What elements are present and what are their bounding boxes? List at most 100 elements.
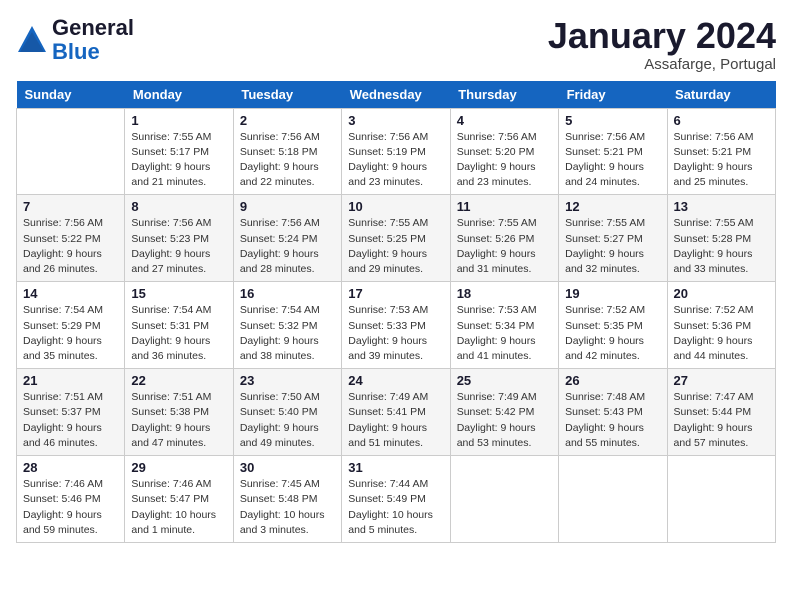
day-info: Sunrise: 7:54 AM Sunset: 5:29 PM Dayligh… bbox=[23, 303, 118, 364]
calendar-week-row: 1 Sunrise: 7:55 AM Sunset: 5:17 PM Daylig… bbox=[17, 108, 776, 195]
day-number: 16 bbox=[240, 286, 335, 301]
weekday-header: Thursday bbox=[450, 81, 558, 109]
calendar-cell: 3 Sunrise: 7:56 AM Sunset: 5:19 PM Daylig… bbox=[342, 108, 450, 195]
day-number: 21 bbox=[23, 373, 118, 388]
calendar-cell: 14Sunrise: 7:54 AM Sunset: 5:29 PM Dayli… bbox=[17, 282, 125, 369]
calendar-cell: 10 Sunrise: 7:55 AM Sunset: 5:25 PM Dayli… bbox=[342, 195, 450, 282]
day-info: Sunrise: 7:56 AM Sunset: 5:21 PM Dayligh… bbox=[674, 130, 769, 191]
day-info: Sunrise: 7:54 AM Sunset: 5:32 PM Dayligh… bbox=[240, 303, 335, 364]
day-info: Sunrise: 7:56 AM Sunset: 5:19 PM Dayligh… bbox=[348, 130, 443, 191]
day-number: 11 bbox=[457, 199, 552, 214]
day-info: Sunrise: 7:46 AM Sunset: 5:46 PM Dayligh… bbox=[23, 477, 118, 538]
calendar-cell: 15 Sunrise: 7:54 AM Sunset: 5:31 PM Dayli… bbox=[125, 282, 233, 369]
day-number: 30 bbox=[240, 460, 335, 475]
day-number: 18 bbox=[457, 286, 552, 301]
day-info: Sunrise: 7:56 AM Sunset: 5:24 PM Dayligh… bbox=[240, 216, 335, 277]
calendar-cell: 13Sunrise: 7:55 AM Sunset: 5:28 PM Dayli… bbox=[667, 195, 775, 282]
calendar-week-row: 28 Sunrise: 7:46 AM Sunset: 5:46 PM Dayli… bbox=[17, 456, 776, 543]
calendar-cell: 9 Sunrise: 7:56 AM Sunset: 5:24 PM Daylig… bbox=[233, 195, 341, 282]
calendar-cell bbox=[667, 456, 775, 543]
calendar-cell: 20 Sunrise: 7:52 AM Sunset: 5:36 PM Dayli… bbox=[667, 282, 775, 369]
calendar-cell: 28 Sunrise: 7:46 AM Sunset: 5:46 PM Dayli… bbox=[17, 456, 125, 543]
day-info: Sunrise: 7:47 AM Sunset: 5:44 PM Dayligh… bbox=[674, 390, 769, 451]
day-info: Sunrise: 7:45 AM Sunset: 5:48 PM Dayligh… bbox=[240, 477, 335, 538]
day-number: 17 bbox=[348, 286, 443, 301]
day-number: 28 bbox=[23, 460, 118, 475]
day-info: Sunrise: 7:55 AM Sunset: 5:27 PM Dayligh… bbox=[565, 216, 660, 277]
day-info: Sunrise: 7:56 AM Sunset: 5:18 PM Dayligh… bbox=[240, 130, 335, 191]
calendar-cell: 19Sunrise: 7:52 AM Sunset: 5:35 PM Dayli… bbox=[559, 282, 667, 369]
day-number: 12 bbox=[565, 199, 660, 214]
day-number: 29 bbox=[131, 460, 226, 475]
calendar-cell: 16 Sunrise: 7:54 AM Sunset: 5:32 PM Dayli… bbox=[233, 282, 341, 369]
calendar-cell: 1 Sunrise: 7:55 AM Sunset: 5:17 PM Daylig… bbox=[125, 108, 233, 195]
day-number: 22 bbox=[131, 373, 226, 388]
day-info: Sunrise: 7:49 AM Sunset: 5:42 PM Dayligh… bbox=[457, 390, 552, 451]
day-info: Sunrise: 7:56 AM Sunset: 5:22 PM Dayligh… bbox=[23, 216, 118, 277]
calendar-cell bbox=[17, 108, 125, 195]
calendar-cell: 2 Sunrise: 7:56 AM Sunset: 5:18 PM Daylig… bbox=[233, 108, 341, 195]
weekday-header: Friday bbox=[559, 81, 667, 109]
title-block: January 2024 Assafarge, Portugal bbox=[548, 16, 776, 73]
calendar-cell: 29Sunrise: 7:46 AM Sunset: 5:47 PM Dayli… bbox=[125, 456, 233, 543]
calendar-cell: 8 Sunrise: 7:56 AM Sunset: 5:23 PM Daylig… bbox=[125, 195, 233, 282]
day-number: 7 bbox=[23, 199, 118, 214]
logo-icon bbox=[16, 24, 48, 56]
day-info: Sunrise: 7:55 AM Sunset: 5:26 PM Dayligh… bbox=[457, 216, 552, 277]
calendar-cell bbox=[559, 456, 667, 543]
day-number: 6 bbox=[674, 113, 769, 128]
day-number: 19 bbox=[565, 286, 660, 301]
calendar-week-row: 7 Sunrise: 7:56 AM Sunset: 5:22 PM Daylig… bbox=[17, 195, 776, 282]
calendar-cell: 22 Sunrise: 7:51 AM Sunset: 5:38 PM Dayli… bbox=[125, 369, 233, 456]
calendar-cell: 12 Sunrise: 7:55 AM Sunset: 5:27 PM Dayli… bbox=[559, 195, 667, 282]
day-number: 4 bbox=[457, 113, 552, 128]
location: Assafarge, Portugal bbox=[548, 56, 776, 73]
day-number: 26 bbox=[565, 373, 660, 388]
day-info: Sunrise: 7:55 AM Sunset: 5:25 PM Dayligh… bbox=[348, 216, 443, 277]
calendar-cell: 7 Sunrise: 7:56 AM Sunset: 5:22 PM Daylig… bbox=[17, 195, 125, 282]
calendar-cell: 17 Sunrise: 7:53 AM Sunset: 5:33 PM Dayli… bbox=[342, 282, 450, 369]
calendar-cell: 11 Sunrise: 7:55 AM Sunset: 5:26 PM Dayli… bbox=[450, 195, 558, 282]
calendar-cell: 26 Sunrise: 7:48 AM Sunset: 5:43 PM Dayli… bbox=[559, 369, 667, 456]
day-info: Sunrise: 7:53 AM Sunset: 5:33 PM Dayligh… bbox=[348, 303, 443, 364]
weekday-header: Monday bbox=[125, 81, 233, 109]
calendar-cell: 31Sunrise: 7:44 AM Sunset: 5:49 PM Dayli… bbox=[342, 456, 450, 543]
day-number: 24 bbox=[348, 373, 443, 388]
day-number: 5 bbox=[565, 113, 660, 128]
day-info: Sunrise: 7:55 AM Sunset: 5:17 PM Dayligh… bbox=[131, 130, 226, 191]
calendar-cell: 4 Sunrise: 7:56 AM Sunset: 5:20 PM Daylig… bbox=[450, 108, 558, 195]
weekday-header: Sunday bbox=[17, 81, 125, 109]
day-info: Sunrise: 7:56 AM Sunset: 5:23 PM Dayligh… bbox=[131, 216, 226, 277]
day-info: Sunrise: 7:53 AM Sunset: 5:34 PM Dayligh… bbox=[457, 303, 552, 364]
day-info: Sunrise: 7:51 AM Sunset: 5:38 PM Dayligh… bbox=[131, 390, 226, 451]
day-number: 3 bbox=[348, 113, 443, 128]
calendar-cell: 30 Sunrise: 7:45 AM Sunset: 5:48 PM Dayli… bbox=[233, 456, 341, 543]
day-number: 10 bbox=[348, 199, 443, 214]
weekday-header: Wednesday bbox=[342, 81, 450, 109]
weekday-header: Saturday bbox=[667, 81, 775, 109]
day-number: 8 bbox=[131, 199, 226, 214]
day-info: Sunrise: 7:48 AM Sunset: 5:43 PM Dayligh… bbox=[565, 390, 660, 451]
weekday-header: Tuesday bbox=[233, 81, 341, 109]
day-number: 13 bbox=[674, 199, 769, 214]
day-number: 9 bbox=[240, 199, 335, 214]
calendar-cell: 21 Sunrise: 7:51 AM Sunset: 5:37 PM Dayli… bbox=[17, 369, 125, 456]
day-info: Sunrise: 7:54 AM Sunset: 5:31 PM Dayligh… bbox=[131, 303, 226, 364]
logo: General Blue bbox=[16, 16, 134, 64]
day-info: Sunrise: 7:56 AM Sunset: 5:21 PM Dayligh… bbox=[565, 130, 660, 191]
day-number: 23 bbox=[240, 373, 335, 388]
calendar-week-row: 21 Sunrise: 7:51 AM Sunset: 5:37 PM Dayli… bbox=[17, 369, 776, 456]
calendar-cell: 25Sunrise: 7:49 AM Sunset: 5:42 PM Dayli… bbox=[450, 369, 558, 456]
page-header: General Blue January 2024 Assafarge, Por… bbox=[16, 16, 776, 73]
day-number: 1 bbox=[131, 113, 226, 128]
day-number: 2 bbox=[240, 113, 335, 128]
weekday-header-row: SundayMondayTuesdayWednesdayThursdayFrid… bbox=[17, 81, 776, 109]
day-info: Sunrise: 7:51 AM Sunset: 5:37 PM Dayligh… bbox=[23, 390, 118, 451]
day-info: Sunrise: 7:52 AM Sunset: 5:36 PM Dayligh… bbox=[674, 303, 769, 364]
calendar-cell: 27Sunrise: 7:47 AM Sunset: 5:44 PM Dayli… bbox=[667, 369, 775, 456]
day-number: 15 bbox=[131, 286, 226, 301]
day-number: 20 bbox=[674, 286, 769, 301]
calendar-week-row: 14Sunrise: 7:54 AM Sunset: 5:29 PM Dayli… bbox=[17, 282, 776, 369]
logo-text: General Blue bbox=[52, 15, 134, 64]
day-info: Sunrise: 7:56 AM Sunset: 5:20 PM Dayligh… bbox=[457, 130, 552, 191]
